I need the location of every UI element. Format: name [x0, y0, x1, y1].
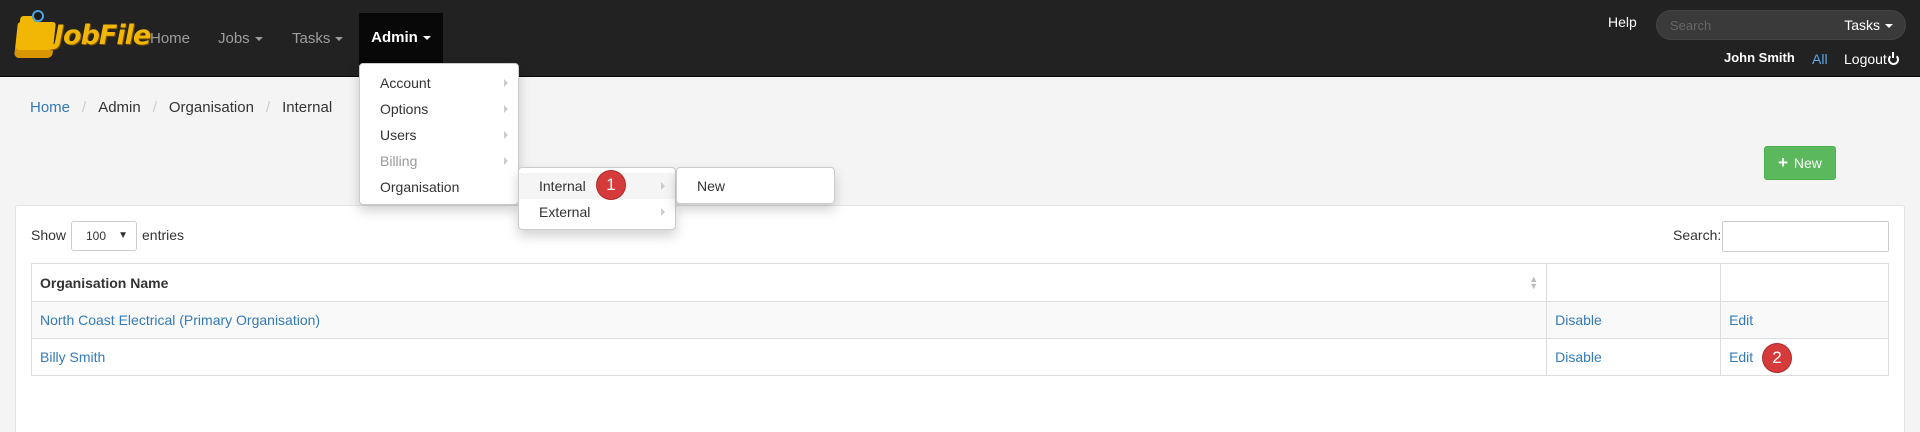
caret-down-icon [335, 37, 344, 42]
edit-link[interactable]: Edit [1729, 349, 1753, 365]
breadcrumb-organisation: Organisation [168, 99, 254, 116]
nav-jobs[interactable]: Jobs [218, 0, 263, 77]
nav-home-label: Home [150, 30, 191, 47]
menu-item-label: New [697, 178, 726, 194]
nav-tasks[interactable]: Tasks [292, 0, 344, 77]
menu-item-account[interactable]: Account [360, 70, 518, 96]
page-size-value: 100 [86, 229, 107, 243]
search-input[interactable]: Search [1670, 18, 1711, 33]
caret-right-icon [504, 105, 508, 113]
power-icon [1887, 52, 1899, 65]
column-header-organisation-name[interactable]: Organisation Name ▲ ▼ [30, 263, 1548, 302]
breadcrumb-home[interactable]: Home [30, 99, 70, 116]
breadcrumb-internal: Internal [282, 99, 333, 116]
nav-admin-label: Admin [371, 29, 418, 46]
page-size-select[interactable]: 100 ▼ [71, 221, 137, 251]
top-navbar: JobFile Home Jobs Tasks Admin Help Searc… [0, 0, 1920, 77]
annotation-badge-1: 1 [597, 171, 625, 199]
caret-right-icon [504, 157, 508, 165]
show-label: Show [31, 227, 67, 243]
menu-item-billing[interactable]: Billing [360, 148, 518, 174]
caret-down-icon [422, 36, 431, 41]
brand-name: JobFile [54, 20, 151, 51]
nav-home[interactable]: Home [150, 0, 190, 77]
menu-item-external[interactable]: External [519, 199, 675, 225]
entries-label: entries [142, 227, 185, 243]
caret-down-icon [254, 37, 263, 42]
nav-tasks-label: Tasks [292, 30, 331, 47]
menu-item-label: Organisation [380, 179, 460, 195]
menu-item-label: Users [380, 127, 417, 143]
annotation-badge-2: 2 [1763, 344, 1791, 372]
nav-jobs-label: Jobs [218, 30, 250, 47]
menu-item-label: Billing [380, 153, 418, 169]
search-scope-dropdown[interactable]: Tasks [1844, 17, 1893, 33]
user-name[interactable]: John Smith [1724, 50, 1795, 65]
new-button[interactable]: + New [1764, 146, 1836, 180]
disable-link[interactable]: Disable [1555, 349, 1602, 365]
caret-right-icon [661, 208, 665, 216]
caret-right-icon [504, 131, 508, 139]
folder-icon [14, 22, 56, 58]
internal-submenu: New [676, 167, 835, 204]
logout-label: Logout [1844, 51, 1887, 67]
global-search[interactable]: Search Tasks [1656, 10, 1906, 40]
organisation-submenu: Internal External [518, 167, 676, 230]
breadcrumb: Home / Admin / Organisation / Internal [30, 99, 332, 116]
menu-item-new[interactable]: New [677, 173, 834, 199]
breadcrumb-admin: Admin [98, 99, 141, 116]
disable-link[interactable]: Disable [1555, 312, 1602, 328]
table-search-label: Search: [1673, 227, 1722, 243]
table-row: Billy Smith Disable Edit [30, 338, 1889, 376]
column-header-disable [1546, 263, 1722, 302]
plus-icon: + [1778, 153, 1789, 172]
menu-item-label: External [539, 204, 591, 220]
menu-item-label: Internal [539, 178, 586, 194]
menu-item-label: Options [380, 101, 429, 117]
jobfile-logo[interactable]: JobFile [14, 8, 151, 68]
organisation-table: Organisation Name ▲ ▼ North Coast Electric… [30, 263, 1889, 376]
admin-dropdown-menu: Account Options Users Billing Organisati… [359, 63, 519, 205]
breadcrumb-separator: / [265, 99, 271, 116]
breadcrumb-separator: / [152, 99, 157, 116]
edit-link[interactable]: Edit [1729, 312, 1753, 328]
menu-item-options[interactable]: Options [360, 96, 518, 122]
menu-item-label: Account [380, 75, 431, 91]
column-header-edit [1720, 263, 1889, 302]
caret-down-icon [1885, 24, 1893, 29]
table-row: North Coast Electrical (Primary Organisa… [30, 301, 1889, 339]
table-search-input[interactable] [1722, 221, 1889, 252]
column-header-label: Organisation Name [40, 274, 169, 291]
caret-right-icon [661, 182, 665, 190]
search-scope-label: Tasks [1844, 17, 1880, 33]
caret-right-icon [504, 79, 508, 87]
organisation-name-link[interactable]: North Coast Electrical (Primary Organisa… [40, 312, 320, 328]
menu-item-users[interactable]: Users [360, 122, 518, 148]
help-link[interactable]: Help [1608, 14, 1637, 30]
menu-item-organisation[interactable]: Organisation [360, 174, 518, 200]
breadcrumb-separator: / [82, 99, 87, 116]
organisation-name-link[interactable]: Billy Smith [40, 349, 105, 365]
new-button-label: New [1793, 155, 1822, 171]
all-link[interactable]: All [1812, 51, 1828, 67]
logout-link[interactable]: Logout [1844, 51, 1899, 67]
dropdown-arrow-icon: ▼ [118, 230, 128, 241]
sort-icon: ▲ ▼ [1529, 274, 1539, 291]
person-icon [32, 10, 44, 22]
